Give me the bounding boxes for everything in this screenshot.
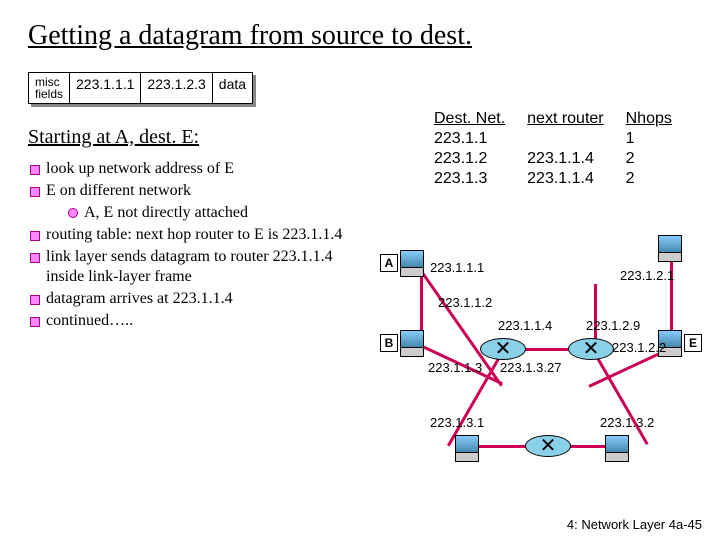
packet-misc-fields: miscfields	[29, 73, 70, 103]
host-icon	[400, 250, 424, 277]
col-nhops: Nhops	[616, 110, 682, 128]
ip-label: 223.1.1.4	[498, 318, 552, 333]
col-next: next router	[517, 110, 613, 128]
page-title: Getting a datagram from source to dest.	[28, 20, 692, 52]
network-diagram: A 223.1.1.1 B 223.1.1.2 223.1.1.3 ✕ 223.…	[370, 240, 700, 500]
host-icon	[455, 435, 479, 462]
cell: 223.1.2	[424, 150, 515, 168]
slide: Getting a datagram from source to dest. …	[0, 0, 720, 540]
cell: 1	[616, 130, 682, 148]
ip-label: 223.1.2.2	[612, 340, 666, 355]
sub-bullet: A, E not directly attached	[68, 203, 348, 223]
ip-label: 223.1.1.2	[438, 295, 492, 310]
ip-label: 223.1.2.9	[586, 318, 640, 333]
host-label-b: B	[380, 334, 398, 352]
host-label-e: E	[684, 334, 702, 352]
cell: 223.1.1	[424, 130, 515, 148]
router-icon: ✕	[480, 338, 526, 360]
routing-table: Dest. Net.next routerNhops 223.1.1 1 223.…	[422, 108, 684, 190]
bullet-list: look up network address of E E on differ…	[28, 159, 348, 331]
ip-label: 223.1.1.1	[430, 260, 484, 275]
cell: 223.1.1.4	[517, 150, 613, 168]
bullet-item: routing table: next hop router to E is 2…	[28, 225, 348, 245]
ip-label: 223.1.3.2	[600, 415, 654, 430]
cell: 223.1.3	[424, 170, 515, 188]
bullet-item: datagram arrives at 223.1.1.4	[28, 289, 348, 309]
bullet-item: link layer sends datagram to router 223.…	[28, 247, 348, 287]
cell: 2	[616, 170, 682, 188]
packet-src-ip: 223.1.1.1	[70, 73, 141, 103]
cell	[517, 130, 613, 148]
col-dest: Dest. Net.	[424, 110, 515, 128]
cell: 223.1.1.4	[517, 170, 613, 188]
router-icon: ✕	[568, 338, 614, 360]
ip-label: 223.1.1.3	[428, 360, 482, 375]
slide-footer: 4: Network Layer 4a-45	[567, 517, 702, 532]
bullet-item: continued…..	[28, 311, 348, 331]
ip-label: 223.1.3.27	[500, 360, 561, 375]
cell: 2	[616, 150, 682, 168]
host-label-a: A	[380, 254, 398, 272]
ip-label: 223.1.3.1	[430, 415, 484, 430]
host-icon	[605, 435, 629, 462]
packet-data: data	[213, 73, 252, 103]
router-icon: ✕	[525, 435, 571, 457]
packet-diagram: miscfields 223.1.1.1 223.1.2.3 data	[28, 72, 253, 104]
host-icon	[400, 330, 424, 357]
packet-dst-ip: 223.1.2.3	[141, 73, 212, 103]
host-icon	[658, 235, 682, 262]
bullet-item: look up network address of E	[28, 159, 348, 179]
ip-label: 223.1.2.1	[620, 268, 674, 283]
bullet-item: E on different network A, E not directly…	[28, 181, 348, 223]
